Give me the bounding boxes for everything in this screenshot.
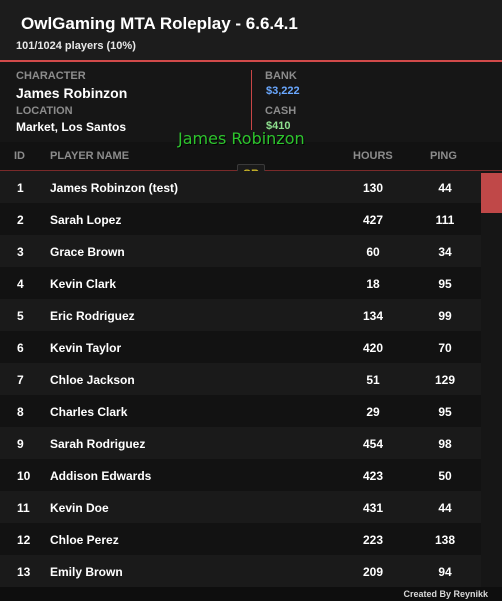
player-name: Emily Brown xyxy=(50,565,123,579)
player-row[interactable]: 11 Kevin Doe 431 44 xyxy=(0,491,481,523)
player-hours: 18 xyxy=(366,277,380,291)
player-ping: 44 xyxy=(438,501,452,515)
player-hours: 427 xyxy=(362,213,384,227)
player-name: Charles Clark xyxy=(50,405,128,419)
player-hours: 420 xyxy=(362,341,384,355)
player-hours: 51 xyxy=(366,373,380,387)
bank-label: BANK xyxy=(265,70,297,82)
player-id: 11 xyxy=(17,501,30,515)
player-ping: 129 xyxy=(434,373,456,387)
player-id: 1 xyxy=(17,181,24,195)
player-hours: 130 xyxy=(362,181,384,195)
player-hours: 60 xyxy=(366,245,380,259)
player-nametag: James Robinzon xyxy=(178,129,305,148)
player-count: 101/1024 players (10%) xyxy=(16,40,136,52)
player-name: Grace Brown xyxy=(50,245,125,259)
player-list: 1 James Robinzon (test) 130 44 2 Sarah Lopez 4… xyxy=(0,171,481,587)
scrollbar-track[interactable] xyxy=(481,171,502,587)
player-row[interactable]: 6 Kevin Taylor 420 70 xyxy=(0,331,481,363)
player-name: Eric Rodriguez xyxy=(50,309,135,323)
player-id: 10 xyxy=(17,469,31,483)
player-hours: 223 xyxy=(362,533,384,547)
column-id[interactable]: ID xyxy=(14,150,25,162)
player-name: Sarah Rodriguez xyxy=(50,437,146,451)
player-hours: 29 xyxy=(366,405,380,419)
column-ping[interactable]: PING xyxy=(430,150,457,162)
column-player-name[interactable]: PLAYER NAME xyxy=(50,150,129,162)
player-row[interactable]: 5 Eric Rodriguez 134 99 xyxy=(0,299,481,331)
player-hours: 209 xyxy=(362,565,384,579)
player-ping: 95 xyxy=(438,405,452,419)
player-hours: 423 xyxy=(362,469,384,483)
player-row[interactable]: 9 Sarah Rodriguez 454 98 xyxy=(0,427,481,459)
player-row[interactable]: 10 Addison Edwards 423 50 xyxy=(0,459,481,491)
player-row[interactable]: 2 Sarah Lopez 427 111 xyxy=(0,203,481,235)
player-ping: 138 xyxy=(434,533,456,547)
player-name: Kevin Taylor xyxy=(50,341,122,355)
bank-value: $3,222 xyxy=(266,85,300,97)
location-value: Market, Los Santos xyxy=(16,120,127,134)
player-row[interactable]: 7 Chloe Jackson 51 129 xyxy=(0,363,481,395)
credit-text: Created By Reynikk xyxy=(403,589,488,599)
player-ping: 94 xyxy=(438,565,452,579)
player-ping: 50 xyxy=(438,469,452,483)
player-row[interactable]: 12 Chloe Perez 223 138 xyxy=(0,523,481,555)
player-row[interactable]: 8 Charles Clark 29 95 xyxy=(0,395,481,427)
player-id: 8 xyxy=(17,405,24,419)
player-row[interactable]: 13 Emily Brown 209 94 xyxy=(0,555,481,587)
player-id: 9 xyxy=(17,437,24,451)
player-id: 7 xyxy=(17,373,24,387)
cash-label: CASH xyxy=(265,105,297,117)
player-id: 4 xyxy=(17,277,24,291)
player-id: 12 xyxy=(17,533,31,547)
player-row[interactable]: 3 Grace Brown 60 34 xyxy=(0,235,481,267)
player-name: Chloe Perez xyxy=(50,533,119,547)
player-ping: 34 xyxy=(438,245,452,259)
column-hours[interactable]: HOURS xyxy=(353,150,393,162)
player-ping: 95 xyxy=(438,277,452,291)
info-divider xyxy=(251,70,252,130)
location-label: LOCATION xyxy=(16,105,73,117)
character-label: CHARACTER xyxy=(16,70,86,82)
server-title: OwlGaming MTA Roleplay - 6.6.4.1 xyxy=(21,14,298,33)
player-hours: 134 xyxy=(362,309,384,323)
player-id: 13 xyxy=(17,565,31,579)
character-name: James Robinzon xyxy=(16,85,128,101)
player-hours: 431 xyxy=(362,501,384,515)
player-id: 6 xyxy=(17,341,24,355)
scoreboard-header: OwlGaming MTA Roleplay - 6.6.4.1 101/102… xyxy=(0,0,502,62)
player-id: 3 xyxy=(17,245,24,259)
player-id: 5 xyxy=(17,309,24,323)
player-name: Kevin Clark xyxy=(50,277,117,291)
player-name: Kevin Doe xyxy=(50,501,109,515)
scrollbar-thumb[interactable] xyxy=(481,173,502,213)
player-ping: 111 xyxy=(435,213,455,227)
player-id: 2 xyxy=(17,213,24,227)
player-ping: 44 xyxy=(438,181,452,195)
player-name: James Robinzon (test) xyxy=(50,181,179,195)
player-row[interactable]: 1 James Robinzon (test) 130 44 xyxy=(0,171,481,203)
player-name: Sarah Lopez xyxy=(50,213,122,227)
player-row[interactable]: 4 Kevin Clark 18 95 xyxy=(0,267,481,299)
player-hours: 454 xyxy=(362,437,384,451)
player-ping: 98 xyxy=(438,437,452,451)
player-name: Chloe Jackson xyxy=(50,373,135,387)
player-ping: 70 xyxy=(438,341,452,355)
player-name: Addison Edwards xyxy=(50,469,152,483)
player-ping: 99 xyxy=(438,309,452,323)
